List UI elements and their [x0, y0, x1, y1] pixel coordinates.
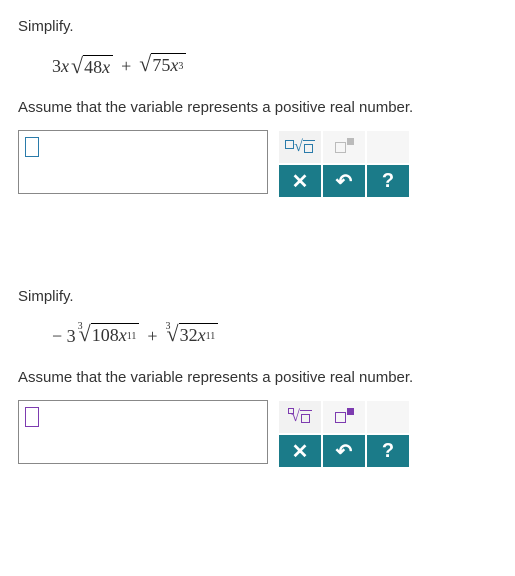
problem-1: Simplify. 3x √ 48x + √ 75x3 Assume that … [18, 18, 497, 198]
nthroot-button[interactable] [322, 130, 366, 164]
spacer-button [366, 130, 410, 164]
close-icon: ✕ [292, 439, 309, 464]
undo-button[interactable]: ↶ [322, 164, 366, 198]
radical-icon: √ [167, 323, 179, 350]
spacer-button [366, 400, 410, 434]
radical-icon: √ [139, 53, 151, 80]
help-button[interactable]: ? [366, 434, 410, 468]
sqrt-button[interactable]: √ [278, 130, 322, 164]
plus-operator: + [147, 326, 157, 347]
prompt-text: Simplify. [18, 18, 497, 35]
radical: √ 75x3 [139, 53, 186, 80]
undo-button[interactable]: ↶ [322, 434, 366, 468]
undo-icon: ↶ [336, 169, 353, 194]
exponent-button[interactable] [322, 400, 366, 434]
clear-button[interactable]: ✕ [278, 434, 322, 468]
answer-input[interactable] [18, 400, 268, 464]
expression: 3x √ 48x + √ 75x3 [52, 47, 497, 85]
assumption-text: Assume that the variable represents a po… [18, 99, 497, 116]
answer-row: √ ✕ ↶ ? [18, 130, 497, 198]
radical: √ 48x [71, 55, 113, 78]
clear-button[interactable]: ✕ [278, 164, 322, 198]
plus-operator: + [121, 56, 131, 77]
radical: 3 √ 108x11 [78, 323, 140, 350]
nthroot-button[interactable]: √ [278, 400, 322, 434]
input-cursor [25, 137, 39, 157]
assumption-text: Assume that the variable represents a po… [18, 369, 497, 386]
coefficient: − 3 [52, 326, 76, 347]
input-cursor [25, 407, 39, 427]
prompt-text: Simplify. [18, 288, 497, 305]
close-icon: ✕ [292, 169, 309, 194]
toolbar: √ ✕ ↶ ? [278, 400, 410, 468]
coefficient: 3x [52, 56, 69, 77]
toolbar: √ ✕ ↶ ? [278, 130, 410, 198]
expression: − 3 3 √ 108x11 + 3 √ 32x11 [52, 317, 497, 355]
radical: 3 √ 32x11 [166, 323, 219, 350]
radical-icon: √ [79, 323, 91, 350]
problem-2: Simplify. − 3 3 √ 108x11 + 3 √ 32x11 Ass… [18, 288, 497, 468]
help-icon: ? [382, 440, 394, 463]
nthroot-icon: √ [288, 410, 312, 424]
radical-icon: √ [71, 55, 83, 78]
sqrt-icon: √ [285, 140, 315, 154]
help-button[interactable]: ? [366, 164, 410, 198]
exponent-icon [335, 142, 354, 153]
exponent-icon [335, 412, 354, 423]
answer-row: √ ✕ ↶ ? [18, 400, 497, 468]
answer-input[interactable] [18, 130, 268, 194]
help-icon: ? [382, 170, 394, 193]
undo-icon: ↶ [336, 439, 353, 464]
